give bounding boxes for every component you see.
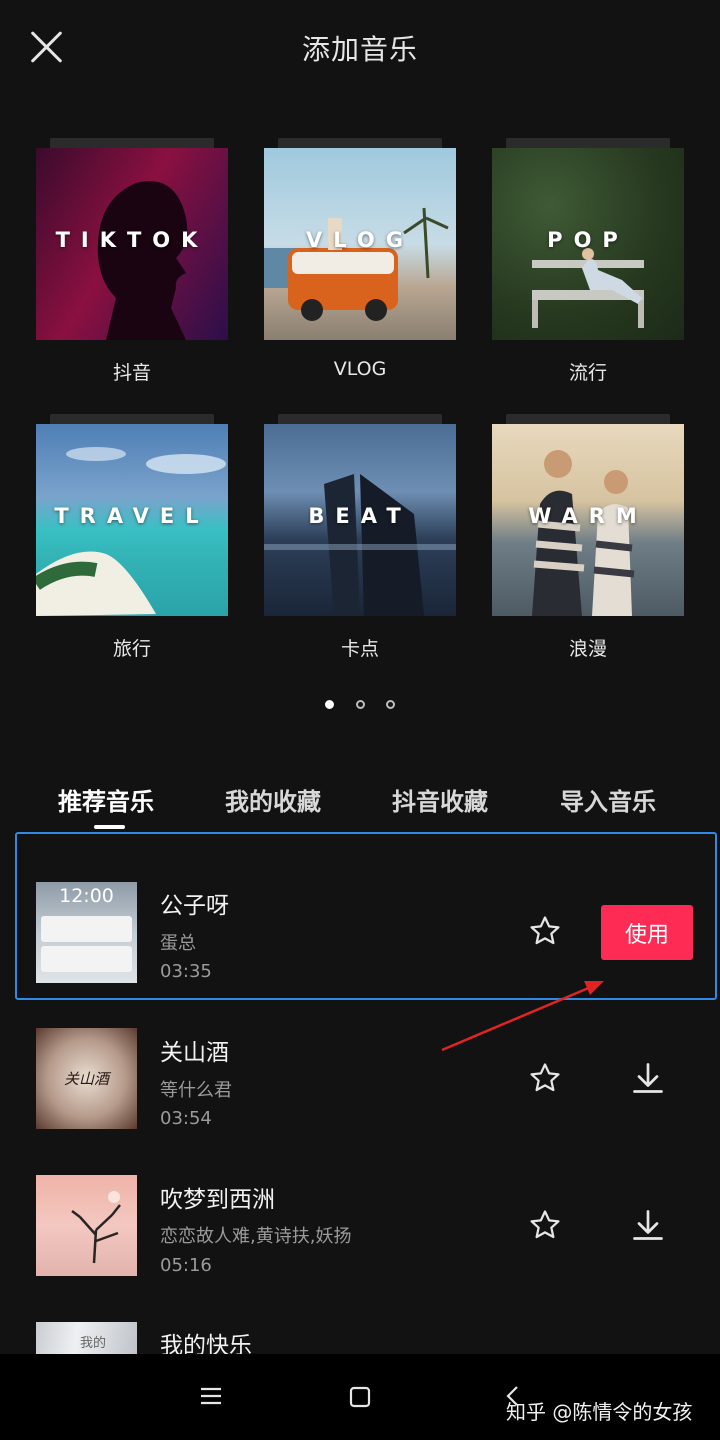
category-cover: BEAT (264, 424, 456, 616)
song-cover: 我的 (36, 1322, 137, 1354)
cover-clock-text: 12:00 (59, 885, 114, 907)
category-en-label: TRAVEL (54, 504, 210, 528)
star-icon[interactable] (528, 1061, 562, 1095)
page-dot[interactable] (385, 700, 395, 709)
song-cover: 12:00 (36, 882, 137, 983)
category-en-label: POP (547, 228, 629, 252)
menu-icon[interactable] (198, 1385, 224, 1407)
song-cover: 关山酒 (36, 1028, 137, 1129)
song-title: 吹梦到西洲 (160, 1187, 275, 1213)
download-icon[interactable] (630, 1207, 666, 1243)
category-cover: VLOG (264, 148, 456, 340)
category-cover: WARM (492, 424, 684, 616)
use-button[interactable]: 使用 (601, 905, 693, 960)
song-duration: 03:54 (160, 1108, 212, 1129)
category-en-label: WARM (528, 504, 648, 528)
page-title: 添加音乐 (301, 33, 418, 66)
song-duration: 05:16 (160, 1255, 212, 1276)
page-dot[interactable] (325, 700, 335, 709)
song-title: 公子呀 (160, 893, 229, 919)
active-tab-indicator (94, 825, 125, 829)
page-dot[interactable] (355, 700, 365, 709)
cover-text: 关山酒 (63, 1070, 109, 1088)
category-en-label: TIKTOK (55, 228, 209, 252)
tree-image (71, 1191, 121, 1264)
tab-my-favorites[interactable]: 我的收藏 (225, 782, 321, 817)
category-cover: POP (492, 148, 684, 340)
category-label: 旅行 (112, 638, 151, 660)
category-cover: TRAVEL (36, 424, 228, 616)
star-icon[interactable] (528, 914, 562, 948)
song-duration: 03:35 (160, 961, 212, 982)
category-en-label: VLOG (306, 228, 414, 252)
category-en-label: BEAT (308, 504, 412, 528)
download-icon[interactable] (630, 1060, 666, 1096)
top-bar: 添加音乐 (0, 0, 720, 95)
tab-recommended[interactable]: 推荐音乐 (58, 782, 154, 817)
category-label: 流行 (568, 362, 607, 384)
tab-import-music[interactable]: 导入音乐 (560, 782, 656, 817)
category-label: 浪漫 (568, 638, 607, 660)
cover-text: 我的 (80, 1336, 107, 1351)
category-label: 卡点 (340, 638, 379, 660)
song-cover (36, 1175, 137, 1276)
star-icon[interactable] (528, 1208, 562, 1242)
tab-douyin-favorites[interactable]: 抖音收藏 (392, 782, 488, 817)
category-label: 抖音 (112, 362, 151, 384)
watermark: 知乎 @陈情令的女孩 (506, 1400, 693, 1424)
song-artist: 等什么君 (160, 1080, 232, 1101)
song-artist: 恋恋故人难,黄诗扶,妖扬 (160, 1226, 352, 1247)
song-title: 关山酒 (160, 1040, 229, 1066)
song-artist: 蛋总 (160, 933, 196, 954)
category-cover: TIKTOK (36, 148, 228, 340)
home-icon[interactable] (349, 1386, 371, 1408)
category-label: VLOG (333, 358, 387, 380)
page-indicator (0, 694, 720, 709)
